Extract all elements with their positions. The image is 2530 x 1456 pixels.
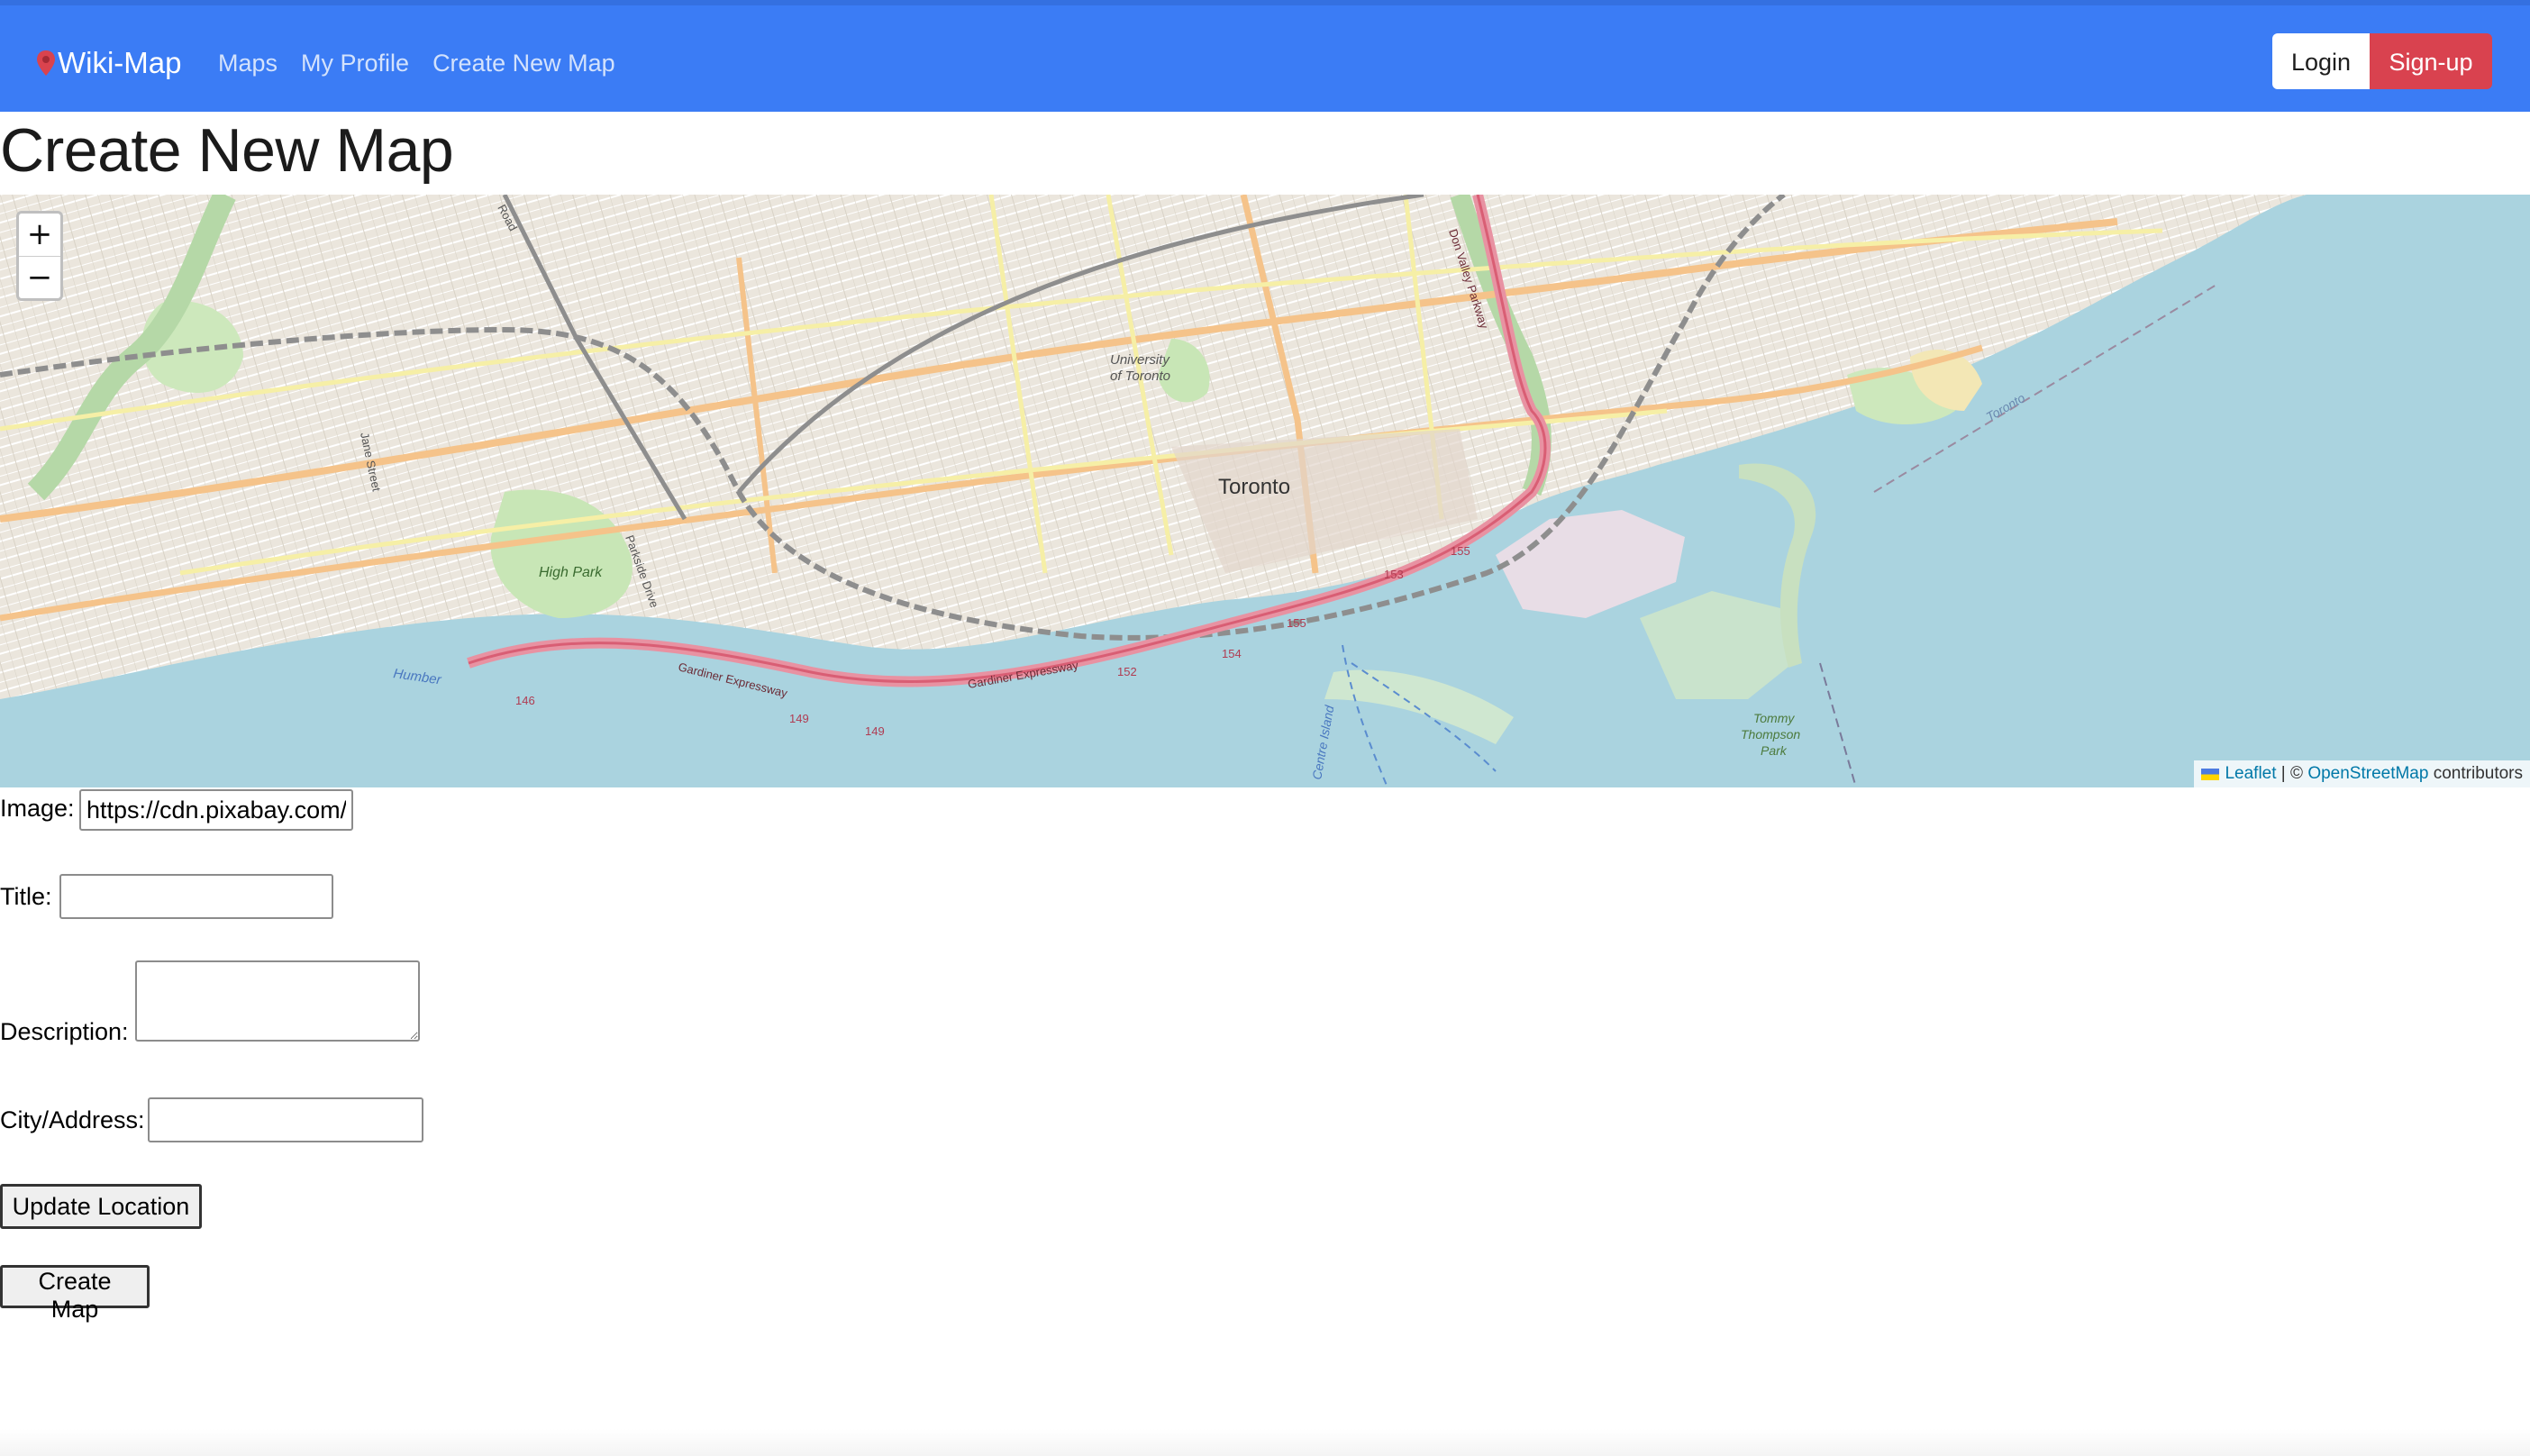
- image-url-input[interactable]: [79, 789, 353, 831]
- brand-label: Wiki-Map: [58, 46, 182, 79]
- leaflet-link[interactable]: Leaflet: [2225, 760, 2276, 787]
- attribution-suffix: contributors: [2428, 764, 2523, 783]
- login-button[interactable]: Login: [2272, 33, 2370, 89]
- label-route-153: 153: [1384, 568, 1404, 581]
- nav-link-my-profile[interactable]: My Profile: [301, 45, 409, 81]
- nav-links: Maps My Profile Create New Map: [218, 45, 639, 81]
- signup-button[interactable]: Sign-up: [2370, 33, 2492, 89]
- label-route-149b: 149: [865, 724, 885, 738]
- map-pin-icon: [37, 50, 55, 76]
- label-route-152: 152: [1117, 665, 1137, 678]
- label-university-1: University: [1110, 352, 1170, 368]
- image-label: Image:: [0, 795, 75, 822]
- label-high-park: High Park: [539, 565, 603, 580]
- label-tommy-3: Park: [1761, 743, 1788, 758]
- label-tommy-1: Tommy: [1753, 711, 1795, 725]
- label-route-155b: 155: [1451, 544, 1470, 558]
- page-title: Create New Map: [0, 116, 454, 185]
- map-attribution: Leaflet | © OpenStreetMap contributors: [2194, 760, 2530, 787]
- label-university-2: of Toronto: [1110, 369, 1170, 384]
- city-address-input[interactable]: [148, 1097, 423, 1142]
- description-textarea[interactable]: [135, 960, 420, 1042]
- map-tiles[interactable]: Toronto University of Toronto High Park …: [0, 195, 2530, 787]
- nav-link-create-new-map[interactable]: Create New Map: [432, 45, 615, 81]
- page-bottom-edge: [0, 1429, 2530, 1456]
- navbar: Wiki-Map Maps My Profile Create New Map …: [0, 0, 2530, 112]
- map[interactable]: Toronto University of Toronto High Park …: [0, 195, 2530, 787]
- label-tommy-2: Thompson: [1741, 727, 1800, 742]
- ukraine-flag-icon: [2201, 768, 2220, 780]
- zoom-control: + −: [16, 211, 63, 301]
- update-location-button[interactable]: Update Location: [0, 1184, 202, 1229]
- zoom-in-button[interactable]: +: [19, 214, 60, 257]
- create-map-button[interactable]: Create Map: [0, 1265, 150, 1323]
- label-route-155a: 155: [1287, 616, 1306, 630]
- zoom-out-button[interactable]: −: [19, 257, 60, 299]
- label-toronto: Toronto: [1218, 475, 1290, 499]
- attribution-separator: | ©: [2276, 764, 2308, 783]
- title-input[interactable]: [59, 874, 333, 919]
- openstreetmap-link[interactable]: OpenStreetMap: [2307, 760, 2428, 787]
- label-route-149a: 149: [789, 712, 809, 725]
- label-route-154: 154: [1222, 647, 1242, 660]
- description-label: Description:: [0, 1018, 129, 1045]
- title-label: Title:: [0, 883, 52, 910]
- brand-link[interactable]: Wiki-Map: [36, 41, 182, 85]
- nav-link-maps[interactable]: Maps: [218, 45, 278, 81]
- label-route-146: 146: [515, 694, 535, 707]
- city-address-label: City/Address:: [0, 1106, 145, 1133]
